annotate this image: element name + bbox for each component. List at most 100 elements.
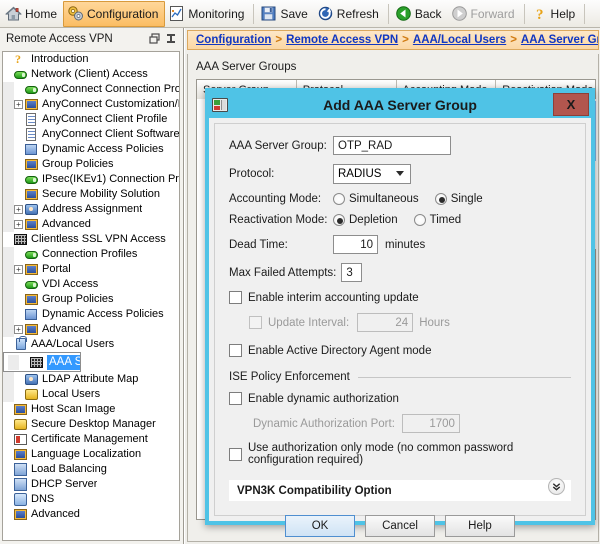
radio-accounting-single[interactable]: Single [435,193,483,205]
toolbar-button-help[interactable]: ? Help [528,1,582,27]
tree-item-dhcp-server[interactable]: DHCP Server [3,477,179,492]
server-group-input[interactable] [333,136,451,155]
floppy-icon [260,5,277,22]
forward-arrow-icon [451,5,468,22]
tree-item-clientless-ssl-vpn-access[interactable]: Clientless SSL VPN Access [3,232,179,247]
tree-item-network-client-access[interactable]: Network (Client) Access [3,67,179,82]
ok-button[interactable]: OK [285,515,355,537]
tree-item-label: AnyConnect Client Profile [42,112,167,127]
tree-item-advanced[interactable]: Advanced [3,507,179,522]
tree-item-label: IPsec(IKEv1) Connection Profiles [42,172,179,187]
breadcrumb-link-1[interactable]: Remote Access VPN [286,34,398,46]
tree-item-vdi-access[interactable]: VDI Access [3,277,179,292]
tree-item-language-localization[interactable]: Language Localization [3,447,179,462]
tree-item-portal[interactable]: + Portal [3,262,179,277]
tree-item-label: AAA Server Groups [47,355,80,370]
tree-expander-icon[interactable]: + [14,325,23,334]
left-panel-title: Remote Access VPN [6,33,147,45]
toolbar-label-home: Home [25,7,57,21]
checkbox-active-directory-agent-mode[interactable]: Enable Active Directory Agent mode [229,344,431,357]
left-navigation-panel: Remote Access VPN ?IntroductionNetwork (… [0,28,184,544]
tree-item-secure-desktop-manager[interactable]: Secure Desktop Manager [3,417,179,432]
tree-expander-icon[interactable]: + [14,205,23,214]
tree-item-load-balancing[interactable]: Load Balancing [3,462,179,477]
dynamic-authorization-port-input[interactable] [402,414,460,433]
tree-item-introduction[interactable]: ?Introduction [3,52,179,67]
radio-accounting-simultaneous[interactable]: Simultaneous [333,193,419,205]
tree-item-label: Portal [42,262,71,277]
breadcrumb-link-3[interactable]: AAA Server Groups [521,34,599,46]
tree-expander-icon[interactable]: + [14,100,23,109]
chevron-double-down-icon[interactable] [548,478,565,495]
breadcrumb-link-2[interactable]: AAA/Local Users [413,34,506,46]
tree-item-address-assignment[interactable]: +Address Assignment [3,202,179,217]
protocol-select[interactable]: RADIUS [333,164,411,184]
tree-item-certificate-management[interactable]: Certificate Management [3,432,179,447]
checkbox-use-authorization-only-mode[interactable]: Use authorization only mode (no common p… [229,442,571,466]
tree-item-dynamic-access-policies[interactable]: Dynamic Access Policies [3,307,179,322]
tree-item-aaa-local-users[interactable]: AAA/Local Users [3,337,179,352]
tree-item-ipsec-ikev1-connection-profiles[interactable]: IPsec(IKEv1) Connection Profiles [3,172,179,187]
vpn3k-compatibility-section[interactable]: VPN3K Compatibility Option [229,480,571,501]
tree-item-ldap-attribute-map[interactable]: LDAP Attribute Map [3,372,179,387]
dead-time-units: minutes [385,239,425,251]
toolbar-button-back[interactable]: Back [392,1,448,27]
radio-reactivation-timed[interactable]: Timed [414,214,462,226]
checkbox-enable-dynamic-authorization[interactable]: Enable dynamic authorization [229,392,399,405]
tree-item-host-scan-image[interactable]: Host Scan Image [3,402,179,417]
navigation-tree[interactable]: ?IntroductionNetwork (Client) AccessAnyC… [2,51,180,541]
tree-item-dynamic-access-policies[interactable]: Dynamic Access Policies [3,142,179,157]
tree-item-anyconnect-customization-local[interactable]: +AnyConnect Customization/Local [3,97,179,112]
tree-item-local-users[interactable]: Local Users [3,387,179,402]
tree-item-label: Language Localization [31,447,141,462]
toolbar-label-help: Help [551,7,576,21]
server-group-label: AAA Server Group: [229,140,333,152]
tree-item-secure-mobility-solution[interactable]: Secure Mobility Solution [3,187,179,202]
tree-item-aaa-server-groups[interactable]: AAA Server Groups [3,352,81,372]
tree-item-anyconnect-client-software[interactable]: AnyConnect Client Software [3,127,179,142]
tree-expander-icon[interactable]: + [14,265,23,274]
checkbox-interim-accounting-update[interactable]: Enable interim accounting update [229,291,419,304]
tree-item-advanced[interactable]: +Advanced [3,322,179,337]
toolbar-button-refresh[interactable]: Refresh [314,1,385,27]
toolbar-button-save[interactable]: Save [257,1,313,27]
toolbar-button-configuration[interactable]: Configuration [63,1,165,27]
cancel-button[interactable]: Cancel [365,515,435,537]
radio-reactivation-depletion[interactable]: Depletion [333,214,398,226]
toolbar-button-home[interactable]: Home [2,1,63,27]
tree-item-advanced[interactable]: +Advanced [3,217,179,232]
help-button[interactable]: Help [445,515,515,537]
tree-node-icon [25,248,39,261]
field-row-dynamic-authorization: Enable dynamic authorization [229,392,571,405]
tree-item-connection-profiles[interactable]: Connection Profiles [3,247,179,262]
toolbar-separator-4 [584,4,585,24]
tree-item-group-policies[interactable]: Group Policies [3,292,179,307]
update-interval-input[interactable] [357,313,413,332]
dead-time-input[interactable] [333,235,378,254]
toolbar-label-monitoring: Monitoring [188,7,244,21]
tree-item-group-policies[interactable]: Group Policies [3,157,179,172]
tree-item-anyconnect-connection-profiles[interactable]: AnyConnect Connection Profiles [3,82,179,97]
tree-node-icon [25,308,39,321]
radio-indicator [435,193,447,205]
field-row-ad-agent: Enable Active Directory Agent mode [229,344,571,357]
max-failed-attempts-input[interactable] [341,263,362,282]
toolbar-button-forward[interactable]: Forward [448,1,521,27]
tree-node-icon [25,113,39,126]
tree-indent [3,262,14,277]
tree-item-anyconnect-client-profile[interactable]: AnyConnect Client Profile [3,112,179,127]
tree-indent [3,372,14,387]
field-row-dynamic-authorization-port: Dynamic Authorization Port: [253,414,571,433]
breadcrumb-separator: > [510,34,517,46]
tree-item-dns[interactable]: DNS [3,492,179,507]
breadcrumb-link-0[interactable]: Configuration [196,34,271,46]
checkbox-update-interval[interactable]: Update Interval: [249,316,349,329]
radio-label-timed: Timed [430,214,462,226]
radio-label-simultaneous: Simultaneous [349,193,419,205]
field-row-update-interval: Update Interval: Hours [249,313,571,332]
tree-expander-icon[interactable]: + [14,220,23,229]
close-icon[interactable]: X [553,93,589,116]
restore-window-icon[interactable] [147,31,163,47]
toolbar-button-monitoring[interactable]: Monitoring [165,1,250,27]
pin-icon[interactable] [163,31,179,47]
